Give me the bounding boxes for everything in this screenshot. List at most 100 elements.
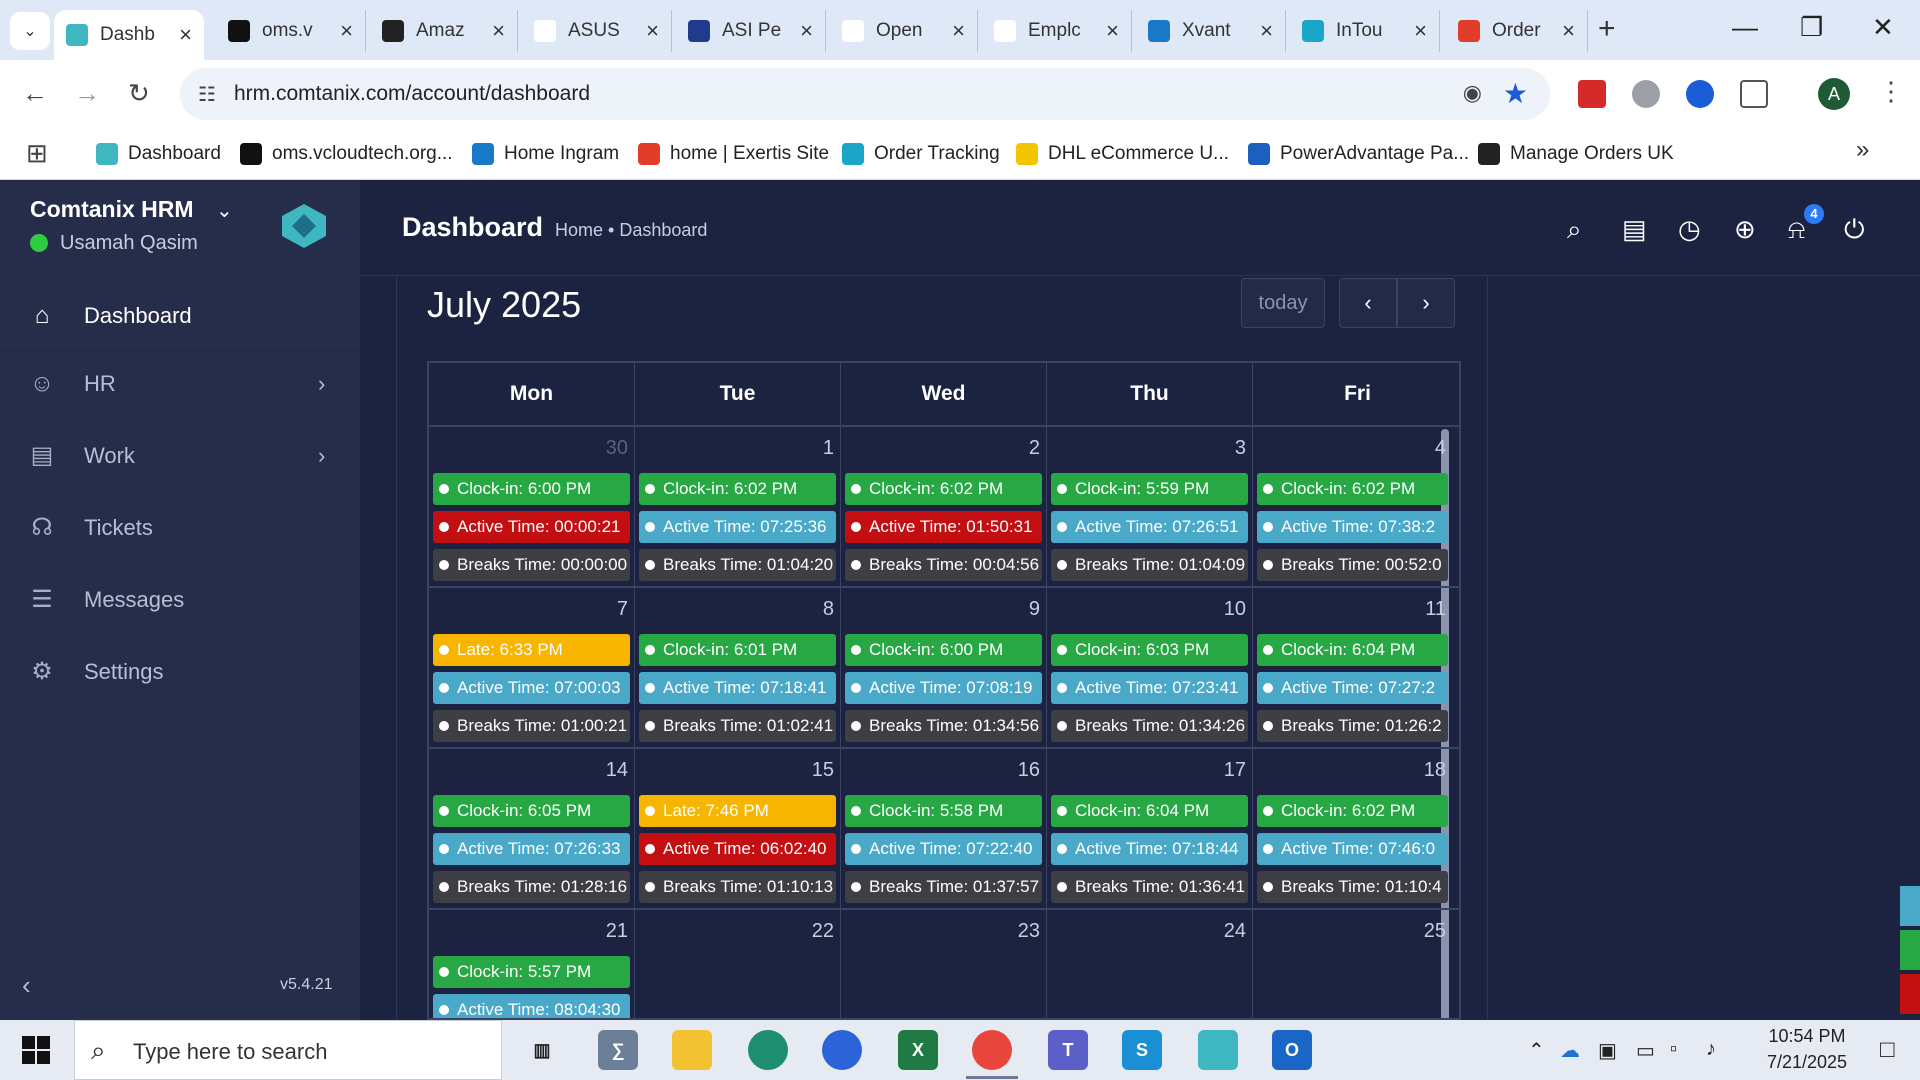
calendar-event[interactable]: Breaks Time: 01:34:26 bbox=[1051, 710, 1248, 742]
calendar-event[interactable]: Breaks Time: 01:10:4 bbox=[1257, 871, 1448, 903]
day-number[interactable]: 9 bbox=[1029, 598, 1040, 621]
calendar-day-cell[interactable]: 1 Clock-in: 6:02 PM Active Time: 07:25:36 B… bbox=[635, 427, 841, 588]
calendar-event[interactable]: Clock-in: 5:58 PM bbox=[845, 795, 1042, 827]
close-window-button[interactable]: ✕ bbox=[1872, 12, 1894, 43]
day-number[interactable]: 18 bbox=[1424, 759, 1446, 782]
browser-tab[interactable]: Xvant × bbox=[1136, 10, 1286, 52]
calendar-day-cell[interactable]: 24 bbox=[1047, 910, 1253, 1018]
teams-icon[interactable]: T bbox=[1048, 1030, 1088, 1070]
day-number[interactable]: 17 bbox=[1224, 759, 1246, 782]
calendar-day-cell[interactable]: 7 Late: 6:33 PM Active Time: 07:00:03 Break… bbox=[429, 588, 635, 749]
calendar-event[interactable]: Active Time: 07:22:40 bbox=[845, 833, 1042, 865]
browser-tab[interactable]: Emplc × bbox=[982, 10, 1132, 52]
calendar-event[interactable]: Clock-in: 6:00 PM bbox=[433, 473, 630, 505]
security-icon[interactable]: ▣ bbox=[1598, 1038, 1617, 1063]
day-number[interactable]: 3 bbox=[1235, 437, 1246, 460]
close-tab-icon[interactable]: × bbox=[492, 18, 505, 44]
close-tab-icon[interactable]: × bbox=[800, 18, 813, 44]
comtanix-app-icon[interactable] bbox=[1198, 1030, 1238, 1070]
forward-button[interactable]: → bbox=[74, 78, 100, 109]
file-explorer-icon[interactable] bbox=[672, 1030, 712, 1070]
calendar-event[interactable]: Breaks Time: 01:37:57 bbox=[845, 871, 1042, 903]
power-icon[interactable]: ⏻ bbox=[1844, 214, 1865, 246]
close-tab-icon[interactable]: × bbox=[1106, 18, 1119, 44]
calendar-event[interactable]: Active Time: 07:25:36 bbox=[639, 511, 836, 543]
notes-icon[interactable]: ▤ bbox=[1622, 214, 1647, 245]
browser-menu-icon[interactable]: ⋮ bbox=[1878, 76, 1904, 107]
day-number[interactable]: 23 bbox=[1018, 920, 1040, 943]
volume-icon[interactable]: ♪ bbox=[1706, 1038, 1716, 1061]
calendar-event[interactable]: Breaks Time: 01:04:20 bbox=[639, 549, 836, 581]
browser-tab[interactable]: Dashb × bbox=[54, 10, 204, 60]
site-info-icon[interactable]: ☷ bbox=[198, 82, 216, 107]
calendar-event[interactable]: Active Time: 07:26:33 bbox=[433, 833, 630, 865]
calculator-icon[interactable]: ∑ bbox=[598, 1030, 638, 1070]
calendar-event[interactable]: Active Time: 07:00:03 bbox=[433, 672, 630, 704]
browser-tab[interactable]: oms.v × bbox=[216, 10, 366, 52]
calendar-event[interactable]: Breaks Time: 00:04:56 bbox=[845, 549, 1042, 581]
calendar-event[interactable]: Clock-in: 6:01 PM bbox=[639, 634, 836, 666]
bookmark-item[interactable]: PowerAdvantage Pa... bbox=[1248, 140, 1469, 168]
notification-center-icon[interactable]: □ bbox=[1880, 1036, 1895, 1064]
calendar-day-cell[interactable]: 4 Clock-in: 6:02 PM Active Time: 07:38:2 Br… bbox=[1253, 427, 1459, 588]
back-button[interactable]: ← bbox=[22, 78, 48, 109]
day-number[interactable]: 8 bbox=[823, 598, 834, 621]
calendar-event[interactable]: Clock-in: 6:03 PM bbox=[1051, 634, 1248, 666]
calendar-day-cell[interactable]: 14 Clock-in: 6:05 PM Active Time: 07:26:33… bbox=[429, 749, 635, 910]
excel-icon[interactable]: X bbox=[898, 1030, 938, 1070]
day-number[interactable]: 21 bbox=[606, 920, 628, 943]
calendar-event[interactable]: Clock-in: 6:02 PM bbox=[845, 473, 1042, 505]
browser-tab[interactable]: ASI Pe × bbox=[676, 10, 826, 52]
show-hidden-icons[interactable]: ⌃ bbox=[1528, 1038, 1545, 1063]
browser-tab[interactable]: Amaz × bbox=[370, 10, 518, 52]
day-number[interactable]: 14 bbox=[606, 759, 628, 782]
calendar-day-cell[interactable]: 30 Clock-in: 6:00 PM Active Time: 00:00:21… bbox=[429, 427, 635, 588]
taskbar-time[interactable]: 10:54 PM bbox=[1752, 1026, 1862, 1047]
calendar-event[interactable]: Clock-in: 6:04 PM bbox=[1257, 634, 1448, 666]
next-month-button[interactable]: › bbox=[1397, 278, 1455, 328]
browser-tab[interactable]: ASUS × bbox=[522, 10, 672, 52]
breadcrumb[interactable]: Home • Dashboard bbox=[555, 220, 707, 241]
url-text[interactable]: hrm.comtanix.com/account/dashboard bbox=[234, 82, 590, 106]
minimize-button[interactable]: — bbox=[1732, 12, 1758, 43]
edge-icon[interactable] bbox=[748, 1030, 788, 1070]
close-tab-icon[interactable]: × bbox=[1260, 18, 1273, 44]
day-number[interactable]: 10 bbox=[1224, 598, 1246, 621]
calendar-event[interactable]: Late: 7:46 PM bbox=[639, 795, 836, 827]
calendar-event[interactable]: Active Time: 00:00:21 bbox=[433, 511, 630, 543]
bookmark-item[interactable]: Manage Orders UK bbox=[1478, 140, 1674, 168]
onedrive-icon[interactable]: ☁ bbox=[1560, 1038, 1580, 1063]
extensions-puzzle-icon[interactable] bbox=[1740, 80, 1768, 108]
side-widget-teal[interactable] bbox=[1900, 886, 1920, 926]
taskbar-search-box[interactable]: ⌕ Type here to search bbox=[74, 1020, 502, 1080]
profile-avatar[interactable]: A bbox=[1818, 78, 1850, 110]
calendar-day-cell[interactable]: 22 bbox=[635, 910, 841, 1018]
close-tab-icon[interactable]: × bbox=[1414, 18, 1427, 44]
close-tab-icon[interactable]: × bbox=[646, 18, 659, 44]
calendar-event[interactable]: Clock-in: 5:59 PM bbox=[1051, 473, 1248, 505]
day-number[interactable]: 7 bbox=[617, 598, 628, 621]
bookmark-item[interactable]: Order Tracking bbox=[842, 140, 1000, 168]
bookmark-item[interactable]: Home Ingram bbox=[472, 140, 619, 168]
day-number[interactable]: 15 bbox=[812, 759, 834, 782]
sidebar-item-messages[interactable]: ☰ Messages bbox=[0, 564, 360, 636]
bookmark-item[interactable]: oms.vcloudtech.org... bbox=[240, 140, 453, 168]
calendar-event[interactable]: Clock-in: 6:04 PM bbox=[1051, 795, 1248, 827]
calendar-event[interactable]: Clock-in: 6:00 PM bbox=[845, 634, 1042, 666]
battery-icon[interactable]: ▭ bbox=[1636, 1038, 1655, 1063]
tab-search-button[interactable]: ⌄ bbox=[10, 12, 50, 50]
calendar-day-cell[interactable]: 2 Clock-in: 6:02 PM Active Time: 01:50:31 B… bbox=[841, 427, 1047, 588]
apps-grid-icon[interactable]: ⊞ bbox=[26, 138, 48, 169]
network-icon[interactable]: ▫ bbox=[1670, 1038, 1677, 1061]
calendar-day-cell[interactable]: 16 Clock-in: 5:58 PM Active Time: 07:22:40… bbox=[841, 749, 1047, 910]
calendar-event[interactable]: Breaks Time: 00:52:0 bbox=[1257, 549, 1448, 581]
bookmark-item[interactable]: DHL eCommerce U... bbox=[1016, 140, 1229, 168]
calendar-event[interactable]: Clock-in: 6:02 PM bbox=[1257, 473, 1448, 505]
close-tab-icon[interactable]: × bbox=[340, 18, 353, 44]
calendar-event[interactable]: Active Time: 01:50:31 bbox=[845, 511, 1042, 543]
calendar-event[interactable]: Active Time: 07:26:51 bbox=[1051, 511, 1248, 543]
sidebar-item-dashboard[interactable]: ⌂ Dashboard bbox=[0, 280, 360, 352]
day-number[interactable]: 25 bbox=[1424, 920, 1446, 943]
calendar-event[interactable]: Active Time: 07:23:41 bbox=[1051, 672, 1248, 704]
side-widget-green[interactable] bbox=[1900, 930, 1920, 970]
